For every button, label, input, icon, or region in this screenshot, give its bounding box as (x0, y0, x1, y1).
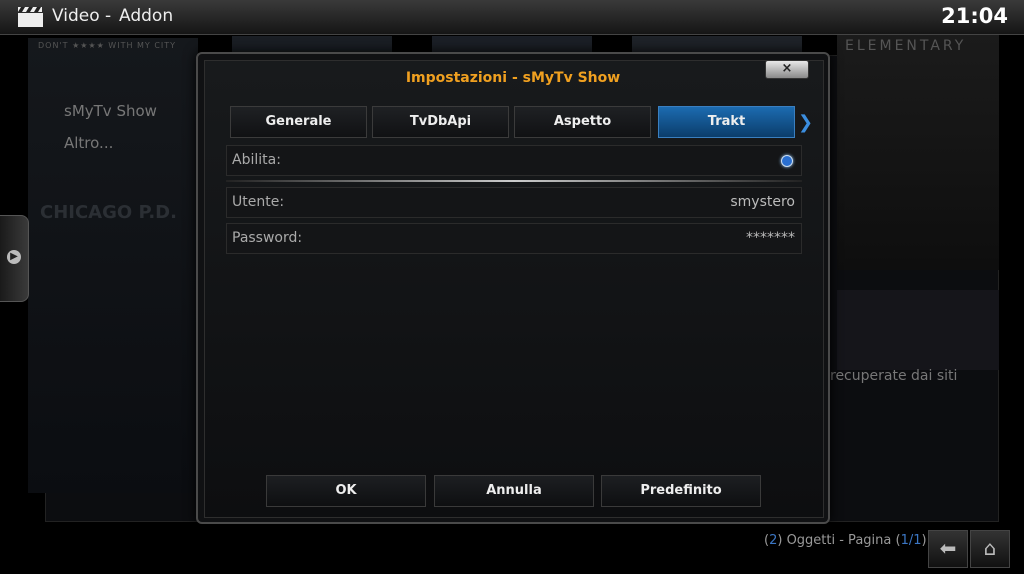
tab-aspetto[interactable]: Aspetto (514, 106, 651, 138)
tab-tvdbapi[interactable]: TvDbApi (372, 106, 509, 138)
user-label: Utente: (232, 194, 285, 210)
side-menu-handle[interactable]: ▶ (0, 215, 29, 302)
tab-generale[interactable]: Generale (230, 106, 367, 138)
home-icon: ⌂ (983, 536, 997, 560)
close-button[interactable]: × (765, 60, 809, 79)
password-label: Password: (232, 230, 303, 246)
dialog-title: Impostazioni - sMyTv Show (405, 70, 621, 86)
clock: 21:04 (941, 4, 1008, 28)
top-bar: Video - Addon 21:04 (0, 0, 1024, 35)
user-setting[interactable]: Utente: smystero (226, 187, 802, 218)
divider (226, 180, 802, 182)
default-button[interactable]: Predefinito (601, 475, 761, 507)
plot-text: recuperate dai siti (830, 368, 958, 384)
page-info: (2) Oggetti - Pagina (1/1) (764, 533, 927, 548)
enable-setting[interactable]: Abilita: (226, 145, 802, 176)
list-item[interactable]: sMyTv Show (64, 102, 157, 120)
tab-trakt[interactable]: Trakt (658, 106, 795, 138)
chevron-right-icon[interactable]: ❯ (798, 112, 813, 133)
arrow-left-icon: ⬅ (939, 536, 957, 560)
home-button[interactable]: ⌂ (970, 530, 1010, 568)
cancel-button[interactable]: Annulla (434, 475, 594, 507)
back-button[interactable]: ⬅ (928, 530, 968, 568)
ok-button[interactable]: OK (266, 475, 426, 507)
chevron-right-icon: ▶ (7, 250, 21, 264)
user-value: smystero (730, 194, 795, 210)
list-item[interactable]: Altro... (64, 134, 113, 152)
password-value: ******* (746, 230, 795, 246)
breadcrumb-separator: - (105, 6, 112, 26)
poster-tagline: DON'T ★★★★ WITH MY CITY (38, 41, 177, 50)
poster-title: CHICAGO P.D. (40, 202, 177, 223)
enable-radio[interactable] (781, 155, 793, 167)
password-setting[interactable]: Password: ******* (226, 223, 802, 254)
clapperboard-icon (18, 7, 43, 27)
poster-elementary[interactable]: ELEMENTARY (837, 35, 999, 270)
breadcrumb-subsection: Addon (119, 6, 174, 26)
enable-label: Abilita: (232, 152, 281, 168)
breadcrumb-section: Video (52, 6, 100, 26)
page-number: 1/1 (900, 533, 922, 548)
poster-6[interactable] (837, 290, 999, 370)
poster-title: ELEMENTARY (845, 38, 967, 54)
settings-dialog: Impostazioni - sMyTv Show × Generale TvD… (196, 52, 830, 524)
